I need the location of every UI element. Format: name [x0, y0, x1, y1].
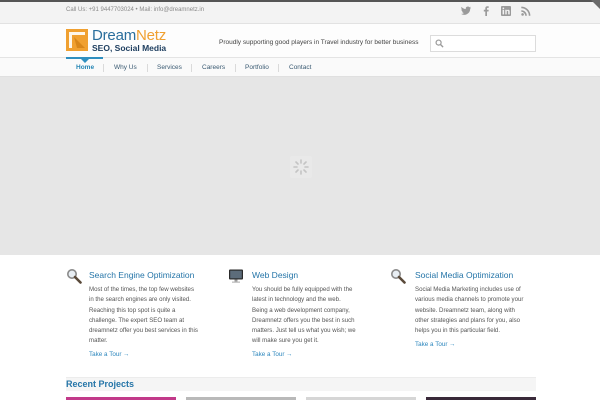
- text-line: Social Media Marketing includes use of: [415, 286, 521, 293]
- nav-item-contact[interactable]: Contact: [289, 64, 311, 71]
- text-line: Most of the times, the top few websites: [89, 286, 194, 293]
- monitor-icon: [229, 269, 243, 283]
- top-bar: Call Us: +91 9447703024 • Mail: info@dre…: [0, 0, 600, 24]
- header-tagline: Proudly supporting good players in Trave…: [219, 39, 419, 46]
- search-input[interactable]: [430, 35, 536, 52]
- top-border: [0, 0, 600, 2]
- nav-item-portfolio[interactable]: Portfolio: [245, 64, 269, 71]
- service-title-web-design[interactable]: Web Design: [252, 270, 298, 280]
- recent-projects-header: [66, 377, 536, 391]
- hero-slider[interactable]: [0, 77, 600, 255]
- text-line: dreamnetz offer you best services in thi…: [89, 327, 198, 335]
- nav-active-pointer: [81, 59, 89, 63]
- text-line: matters. Just tell us what you wish; we: [252, 327, 356, 335]
- text-line: challenge. The expert SEO team at: [89, 316, 185, 324]
- take-a-tour-link-smo[interactable]: Take a Tour →: [415, 341, 455, 348]
- nav-item-services[interactable]: Services: [157, 64, 182, 71]
- text-line: Dreamnetz offers you the best in such: [252, 316, 355, 324]
- text-line: other strategies and plans for you, also: [415, 316, 521, 324]
- take-a-tour-link-web-design[interactable]: Take a Tour →: [252, 351, 292, 358]
- text-line: Reaching this top spot is quite a: [89, 306, 176, 314]
- nav-divider: [191, 64, 192, 72]
- nav-item-careers[interactable]: Careers: [202, 64, 225, 71]
- recent-projects-title: Recent Projects: [66, 379, 135, 389]
- service-text-smo: Social Media Marketing includes use of v…: [415, 285, 540, 336]
- text-line: You should be fully equipped with the: [252, 286, 353, 293]
- service-title-seo[interactable]: Search Engine Optimization: [89, 270, 194, 280]
- loading-spinner-icon: [290, 156, 312, 178]
- nav-item-why-us[interactable]: Why Us: [114, 64, 137, 71]
- nav-divider: [147, 64, 148, 72]
- logo-mark-icon: [66, 29, 88, 51]
- magnifier-icon: [391, 269, 406, 284]
- logo-tagline: SEO, Social Media: [92, 43, 167, 53]
- nav-divider: [103, 64, 104, 72]
- nav-divider: [235, 64, 236, 72]
- text-line: in the search engines are only visited.: [89, 296, 191, 304]
- text-line: matter.: [89, 337, 108, 345]
- text-line: Being a web development company,: [252, 306, 350, 314]
- logo-name: DreamNetz: [92, 27, 166, 44]
- text-line: will make sure you get it.: [252, 337, 319, 345]
- site-logo[interactable]: DreamNetz SEO, Social Media: [66, 27, 196, 55]
- service-title-smo[interactable]: Social Media Optimization: [415, 270, 513, 280]
- text-line: latest in technology and the web.: [252, 296, 341, 304]
- service-text-web-design: You should be fully equipped with the la…: [252, 285, 368, 347]
- text-line: helps you in this particular field.: [415, 327, 501, 335]
- take-a-tour-link-seo[interactable]: Take a Tour →: [89, 351, 129, 358]
- nav-divider: [278, 64, 279, 72]
- rss-icon[interactable]: [520, 5, 532, 17]
- corner-fold: [591, 0, 600, 9]
- magnifier-icon: [67, 269, 82, 284]
- search-icon: [435, 39, 444, 48]
- text-line: various media channels to promote your: [415, 296, 524, 304]
- main-nav: Home Why Us Services Careers Portfolio C…: [0, 57, 600, 77]
- site-header: DreamNetz SEO, Social Media Proudly supp…: [0, 24, 600, 57]
- logo-name-part2: Netz: [136, 27, 167, 44]
- contact-info: Call Us: +91 9447703024 • Mail: info@dre…: [66, 7, 205, 13]
- linkedin-icon[interactable]: [500, 5, 512, 17]
- nav-item-home[interactable]: Home: [76, 64, 94, 71]
- twitter-icon[interactable]: [460, 5, 472, 17]
- facebook-icon[interactable]: [480, 5, 492, 17]
- logo-name-part1: Dream: [92, 27, 137, 44]
- service-text-seo: Most of the times, the top few websites …: [89, 285, 219, 347]
- text-line: website. Dreamnetz team, along with: [415, 306, 515, 314]
